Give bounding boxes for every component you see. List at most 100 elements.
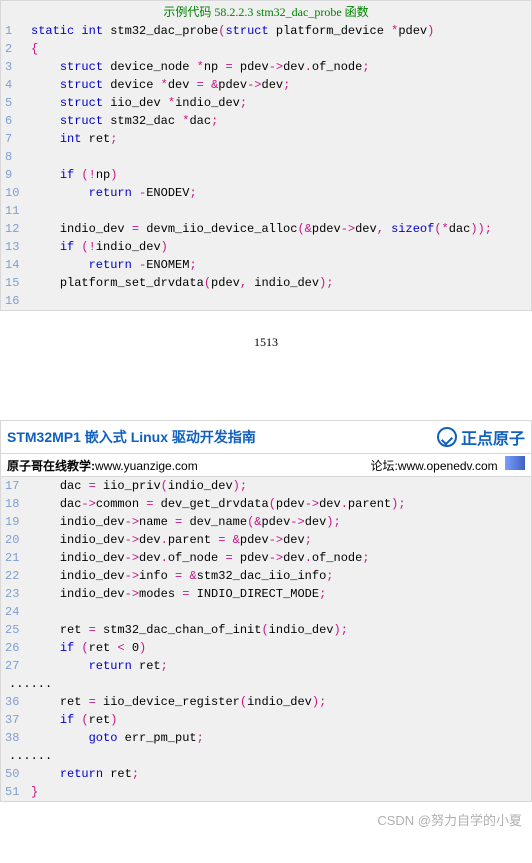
code-line: 38 goto err_pm_put;	[1, 729, 531, 747]
code-source: return -ENODEV;	[31, 184, 531, 202]
code-line: ......	[1, 675, 531, 693]
line-number: 16	[1, 292, 31, 310]
line-number: 5	[1, 94, 31, 112]
line-number: 11	[1, 202, 31, 220]
code-source: dac = iio_priv(indio_dev);	[31, 477, 531, 495]
banner-top-row: STM32MP1 嵌入式 Linux 驱动开发指南 正点原子	[1, 421, 531, 454]
code-source: platform_set_drvdata(pdev, indio_dev);	[31, 274, 531, 292]
line-number: 6	[1, 112, 31, 130]
banner-sub-right: 论坛:www.openedv.com	[370, 456, 525, 474]
line-number: 27	[1, 657, 31, 675]
code-source: indio_dev->name = dev_name(&pdev->dev);	[31, 513, 531, 531]
line-number: 10	[1, 184, 31, 202]
line-number: 1	[1, 22, 31, 40]
line-number: 24	[1, 603, 31, 621]
line-number: 14	[1, 256, 31, 274]
code-source: if (!indio_dev)	[31, 238, 531, 256]
line-number: 4	[1, 76, 31, 94]
code-lines-top: 1static int stm32_dac_probe(struct platf…	[1, 22, 531, 310]
line-number: 37	[1, 711, 31, 729]
code-line: 25 ret = stm32_dac_chan_of_init(indio_de…	[1, 621, 531, 639]
banner-sub-row: 原子哥在线教学:www.yuanzige.com 论坛:www.openedv.…	[1, 454, 531, 477]
code-source: return ret;	[31, 657, 531, 675]
code-source: dac->common = dev_get_drvdata(pdev->dev.…	[31, 495, 531, 513]
code-source: indio_dev->dev.parent = &pdev->dev;	[31, 531, 531, 549]
brand-text: 正点原子	[461, 425, 525, 449]
code-block-bottom: 17 dac = iio_priv(indio_dev);18 dac->com…	[1, 477, 531, 801]
line-number: 23	[1, 585, 31, 603]
code-source: ......	[5, 675, 531, 693]
code-source: if (!np)	[31, 166, 531, 184]
code-line: 6 struct stm32_dac *dac;	[1, 112, 531, 130]
code-line: 19 indio_dev->name = dev_name(&pdev->dev…	[1, 513, 531, 531]
code-line: 16	[1, 292, 531, 310]
code-block-top: 示例代码 58.2.2.3 stm32_dac_probe 函数 1static…	[0, 0, 532, 311]
line-number: 51	[1, 783, 31, 801]
line-number: 3	[1, 58, 31, 76]
sub-right-link[interactable]: www.openedv.com	[398, 459, 498, 473]
line-number: 18	[1, 495, 31, 513]
sub-left-label: 原子哥在线教学:	[7, 459, 95, 473]
code-line: 4 struct device *dev = &pdev->dev;	[1, 76, 531, 94]
line-number: 20	[1, 531, 31, 549]
code-source: indio_dev = devm_iio_device_alloc(&pdev-…	[31, 220, 531, 238]
code-line: 18 dac->common = dev_get_drvdata(pdev->d…	[1, 495, 531, 513]
doc-title: STM32MP1 嵌入式 Linux 驱动开发指南	[7, 427, 256, 447]
code-source: ......	[5, 747, 531, 765]
code-source: int ret;	[31, 130, 531, 148]
line-number: 38	[1, 729, 31, 747]
code-source: if (ret < 0)	[31, 639, 531, 657]
code-line: 2{	[1, 40, 531, 58]
code-source: struct iio_dev *indio_dev;	[31, 94, 531, 112]
sub-right-label: 论坛:	[370, 459, 397, 473]
banner-sub-left: 原子哥在线教学:www.yuanzige.com	[7, 457, 198, 474]
sub-left-link[interactable]: www.yuanzige.com	[95, 459, 198, 473]
code-source: indio_dev->info = &stm32_dac_iio_info;	[31, 567, 531, 585]
brand-check-icon	[437, 427, 457, 447]
code-source: static int stm32_dac_probe(struct platfo…	[31, 22, 531, 40]
code-source: ret = stm32_dac_chan_of_init(indio_dev);	[31, 621, 531, 639]
line-number: 12	[1, 220, 31, 238]
decorative-swatch	[505, 456, 525, 470]
code-lines-bottom: 17 dac = iio_priv(indio_dev);18 dac->com…	[1, 477, 531, 801]
code-line: 8	[1, 148, 531, 166]
line-number: 2	[1, 40, 31, 58]
code-source: {	[31, 40, 531, 58]
line-number: 36	[1, 693, 31, 711]
code-source: return -ENOMEM;	[31, 256, 531, 274]
code-line: 17 dac = iio_priv(indio_dev);	[1, 477, 531, 495]
footer-credit: CSDN @努力自学的小夏	[0, 802, 532, 835]
code-source	[31, 292, 531, 310]
code-line: 14 return -ENOMEM;	[1, 256, 531, 274]
line-number: 22	[1, 567, 31, 585]
code-line: 15 platform_set_drvdata(pdev, indio_dev)…	[1, 274, 531, 292]
code-source: return ret;	[31, 765, 531, 783]
line-number: 50	[1, 765, 31, 783]
line-number: 7	[1, 130, 31, 148]
code-line: 27 return ret;	[1, 657, 531, 675]
code-line: 23 indio_dev->modes = INDIO_DIRECT_MODE;	[1, 585, 531, 603]
code-line: 37 if (ret)	[1, 711, 531, 729]
code-line: ......	[1, 747, 531, 765]
line-number: 26	[1, 639, 31, 657]
code-line: 11	[1, 202, 531, 220]
code-line: 1static int stm32_dac_probe(struct platf…	[1, 22, 531, 40]
code-source: goto err_pm_put;	[31, 729, 531, 747]
code-line: 10 return -ENODEV;	[1, 184, 531, 202]
code-line: 26 if (ret < 0)	[1, 639, 531, 657]
line-number: 17	[1, 477, 31, 495]
code-source: indio_dev->dev.of_node = pdev->dev.of_no…	[31, 549, 531, 567]
code-line: 51}	[1, 783, 531, 801]
brand-box: 正点原子	[437, 425, 525, 449]
code-source: }	[31, 783, 531, 801]
line-number: 21	[1, 549, 31, 567]
code-line: 7 int ret;	[1, 130, 531, 148]
code-source: struct stm32_dac *dac;	[31, 112, 531, 130]
code-line: 3 struct device_node *np = pdev->dev.of_…	[1, 58, 531, 76]
code-source	[31, 148, 531, 166]
line-number: 8	[1, 148, 31, 166]
code-line: 9 if (!np)	[1, 166, 531, 184]
line-number: 19	[1, 513, 31, 531]
code-line: 13 if (!indio_dev)	[1, 238, 531, 256]
code-line: 20 indio_dev->dev.parent = &pdev->dev;	[1, 531, 531, 549]
